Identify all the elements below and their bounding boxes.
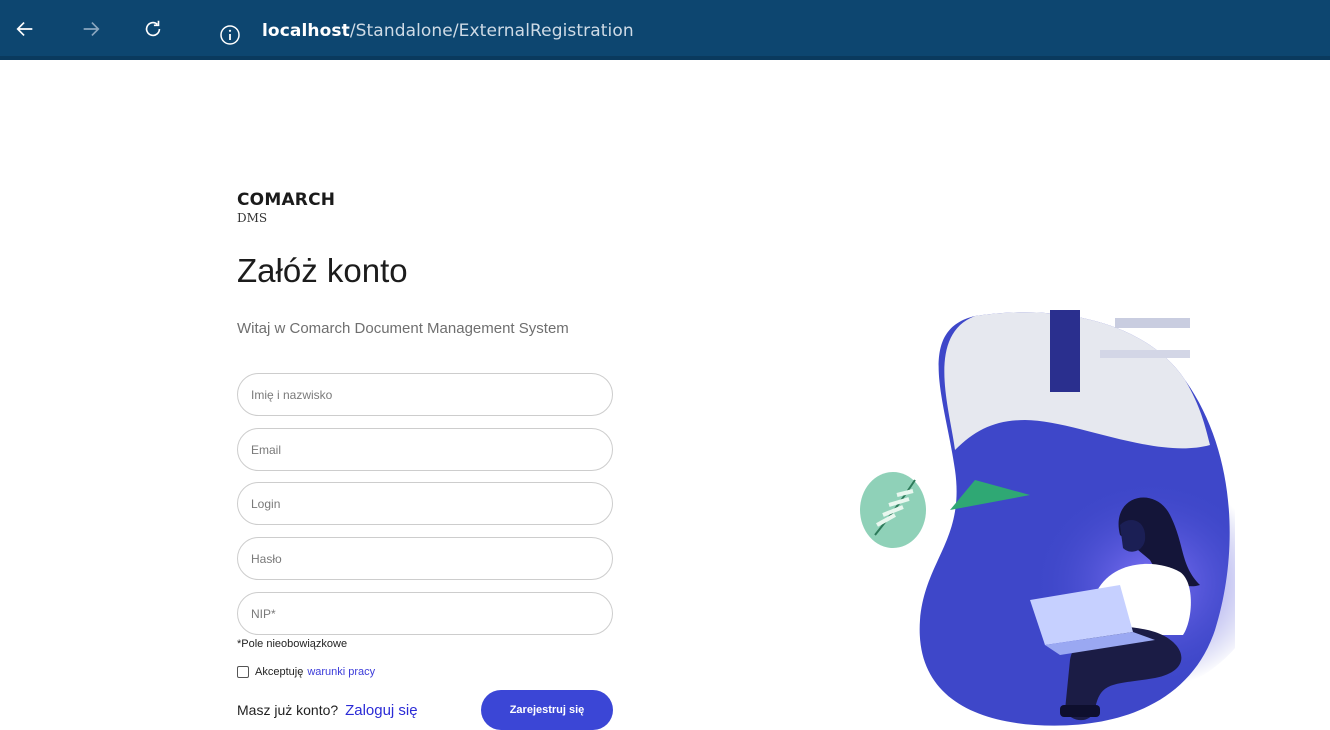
leaf-plant	[860, 472, 926, 548]
browser-toolbar: localhost/Standalone/ExternalRegistratio…	[0, 0, 1330, 66]
name-field[interactable]	[237, 373, 613, 416]
url-path: /Standalone/ExternalRegistration	[349, 21, 634, 41]
login-link[interactable]: Zaloguj się	[345, 702, 418, 719]
nip-field[interactable]	[237, 592, 613, 635]
optional-field-note: *Pole nieobowiązkowe	[237, 638, 348, 650]
brand-name: COMARCH	[237, 190, 336, 210]
register-button[interactable]: Zarejestruj się	[481, 690, 613, 730]
info-icon[interactable]	[218, 23, 242, 47]
login-prompt-text: Masz już konto?	[237, 702, 339, 718]
accept-terms-row: Akceptuję warunki pracy	[237, 666, 375, 678]
accept-terms-label: Akceptuję	[255, 666, 304, 678]
window-frame	[1050, 310, 1080, 392]
brand-logo: COMARCH DMS	[237, 190, 335, 225]
name-input[interactable]	[251, 387, 612, 402]
url-text[interactable]: localhost/Standalone/ExternalRegistratio…	[262, 21, 634, 41]
email-field[interactable]	[237, 428, 613, 471]
url-host: localhost	[262, 21, 350, 41]
address-bar-container: localhost/Standalone/ExternalRegistratio…	[0, 0, 1330, 60]
refresh-button[interactable]	[138, 14, 168, 44]
arrow-left-icon	[16, 21, 33, 37]
forward-button[interactable]	[76, 14, 106, 44]
login-field[interactable]	[237, 482, 613, 525]
back-button[interactable]	[10, 14, 40, 44]
login-prompt-row: Masz już konto? Zaloguj się	[237, 702, 418, 719]
refresh-icon	[145, 20, 161, 37]
nip-input[interactable]	[251, 606, 612, 621]
login-input[interactable]	[251, 496, 612, 511]
page-subtitle: Witaj w Comarch Document Management Syst…	[237, 320, 569, 337]
accept-terms-checkbox[interactable]	[237, 666, 249, 678]
arrow-right-icon	[83, 21, 100, 37]
password-input[interactable]	[251, 551, 612, 566]
illustration-image	[860, 310, 1235, 726]
password-field[interactable]	[237, 537, 613, 580]
window-sill	[1115, 318, 1190, 328]
brand-product: DMS	[237, 211, 268, 225]
terms-link[interactable]: warunki pracy	[307, 666, 375, 678]
email-input[interactable]	[251, 442, 612, 457]
page-title: Załóż konto	[237, 252, 408, 289]
